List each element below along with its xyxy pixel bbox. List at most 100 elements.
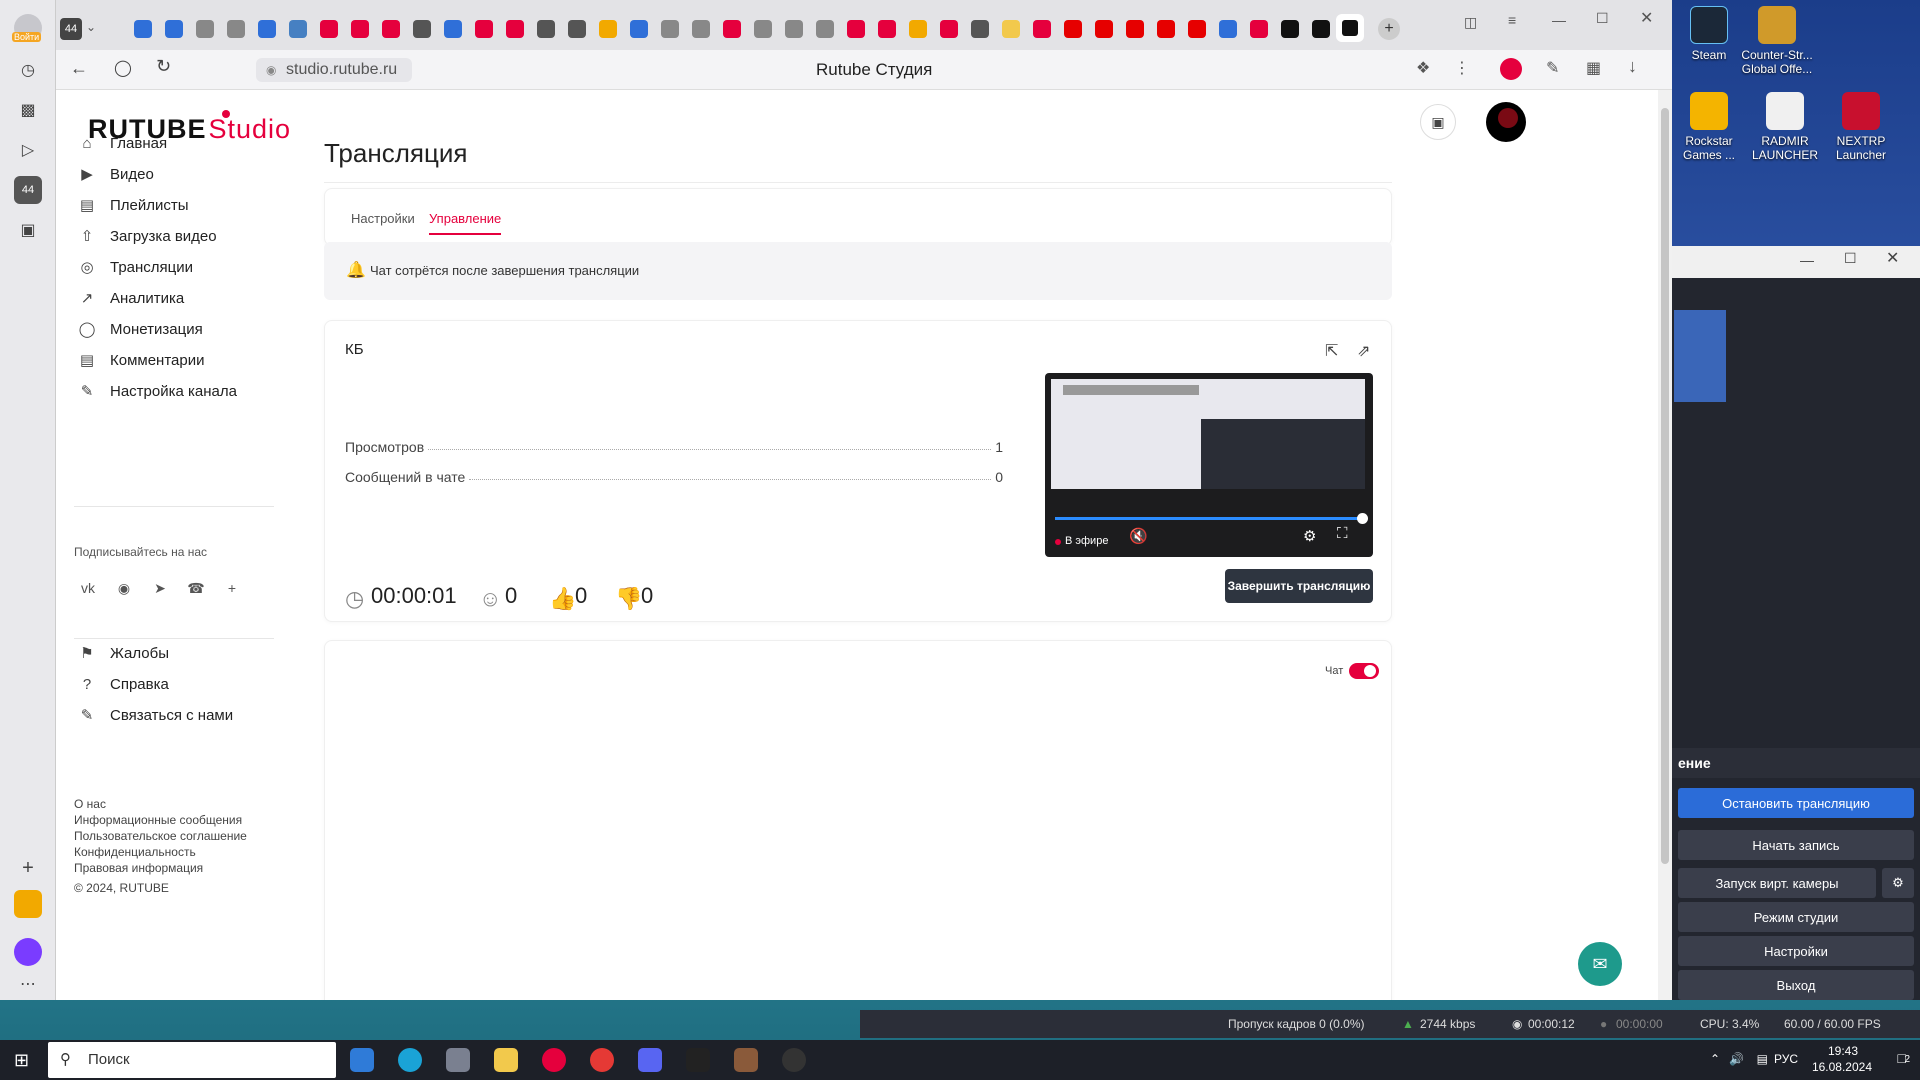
external-link-icon[interactable]: ⇗ <box>1357 341 1370 361</box>
progress-bar[interactable] <box>1055 517 1361 520</box>
sidebar-item-upload[interactable]: ⇧ Загрузка видео <box>76 221 217 251</box>
create-icon[interactable]: ▣ <box>1420 104 1456 140</box>
reload-icon[interactable]: ↻ <box>156 56 171 77</box>
more-social-icon[interactable]: + <box>220 576 244 600</box>
pinned-tab[interactable] <box>351 20 369 38</box>
pinned-tab[interactable] <box>909 20 927 38</box>
sidebar-item-playlist[interactable]: ▤ Плейлисты <box>76 190 189 220</box>
add-icon[interactable]: + <box>14 854 42 882</box>
footer-link-legal[interactable]: Правовая информация <box>74 860 247 876</box>
tab-settings[interactable]: Настройки <box>351 211 415 226</box>
scrollbar[interactable] <box>1658 90 1672 1000</box>
obs-settings-button[interactable]: Настройки <box>1678 936 1914 966</box>
pinned-tab[interactable] <box>661 20 679 38</box>
opera-app-icon[interactable] <box>590 1048 614 1072</box>
more-vertical-icon[interactable]: ⋮ <box>1454 58 1470 78</box>
app-icon[interactable] <box>686 1048 710 1072</box>
pinned-tab[interactable] <box>878 20 896 38</box>
pinned-tab[interactable] <box>599 20 617 38</box>
chevron-down-icon[interactable]: ⌄ <box>86 20 96 34</box>
pinned-tab[interactable] <box>1219 20 1237 38</box>
close-icon[interactable]: ✕ <box>1640 8 1653 28</box>
pinned-tab[interactable] <box>506 20 524 38</box>
mute-icon[interactable]: 🔇 <box>1129 527 1148 545</box>
screenshot-icon[interactable]: ▣ <box>14 216 42 244</box>
pinned-tab[interactable] <box>134 20 152 38</box>
pinned-tab[interactable] <box>258 20 276 38</box>
extensions-icon[interactable]: ▦ <box>1586 58 1601 78</box>
sidebar-item-video[interactable]: ▶ Видео <box>76 159 154 189</box>
end-stream-button[interactable]: Завершить трансляцию <box>1225 569 1373 603</box>
sidebar-item-monetization[interactable]: ◯ Монетизация <box>76 314 203 344</box>
obs-stop-stream-button[interactable]: Остановить трансляцию <box>1678 788 1914 818</box>
desktop-icon-rockstar[interactable]: Rockstar Games ... <box>1670 92 1748 162</box>
pinned-tab[interactable] <box>1250 20 1268 38</box>
avatar[interactable] <box>1486 102 1526 142</box>
minimize-icon[interactable]: — <box>1552 12 1566 28</box>
pinned-tab[interactable] <box>1126 20 1144 38</box>
share-icon[interactable]: ⇱ <box>1325 341 1338 361</box>
discord-app-icon[interactable] <box>638 1048 662 1072</box>
telegram-icon[interactable]: ➤ <box>148 576 172 600</box>
pinned-tab[interactable] <box>568 20 586 38</box>
progress-handle[interactable] <box>1357 513 1368 524</box>
clock-time[interactable]: 19:43 <box>1828 1044 1858 1058</box>
pinned-tab[interactable] <box>1002 20 1020 38</box>
pinned-tab[interactable] <box>382 20 400 38</box>
pinned-tab[interactable] <box>320 20 338 38</box>
desktop-icon-steam[interactable]: Steam <box>1670 6 1748 62</box>
pinned-tab[interactable] <box>1188 20 1206 38</box>
play-icon[interactable]: ▷ <box>14 136 42 164</box>
volume-icon[interactable]: 🔊 <box>1729 1052 1744 1066</box>
gear-icon[interactable]: ⚙ <box>1882 868 1914 898</box>
pinned-tab[interactable] <box>475 20 493 38</box>
footer-link-about[interactable]: О нас <box>74 796 247 812</box>
clock-date[interactable]: 16.08.2024 <box>1812 1060 1872 1074</box>
language-indicator[interactable]: РУС <box>1774 1052 1798 1066</box>
ok-icon[interactable]: ◉ <box>112 576 136 600</box>
vk-icon[interactable]: vk <box>76 576 100 600</box>
minimize-icon[interactable]: — <box>1800 252 1814 268</box>
pinned-tab[interactable] <box>196 20 214 38</box>
pinned-tab[interactable] <box>847 20 865 38</box>
download-icon[interactable]: ↓ <box>1628 56 1637 77</box>
pinned-tab[interactable] <box>227 20 245 38</box>
pinned-tab[interactable] <box>816 20 834 38</box>
history-icon[interactable]: ◷ <box>14 56 42 84</box>
chevron-up-icon[interactable]: ⌃ <box>1710 1052 1720 1066</box>
yandex-icon[interactable]: ◯ <box>114 58 132 78</box>
sidebar-item-broadcast[interactable]: ◎ Трансляции <box>76 252 193 282</box>
obs-app-icon[interactable] <box>782 1048 806 1072</box>
pinned-tab[interactable] <box>1312 20 1330 38</box>
pinned-tab[interactable] <box>1033 20 1051 38</box>
window-bookmark-icon[interactable]: ◫ <box>1464 14 1477 31</box>
footer-link-privacy[interactable]: Конфиденциальность <box>74 844 247 860</box>
desktop-icon-radmir[interactable]: RADMIR LAUNCHER <box>1746 92 1824 162</box>
active-tab[interactable] <box>1336 14 1364 42</box>
footer-link-info[interactable]: Информационные сообщения <box>74 812 247 828</box>
obs-exit-button[interactable]: Выход <box>1678 970 1914 1000</box>
maximize-icon[interactable]: ☐ <box>1844 250 1857 267</box>
sidebar-item-comments[interactable]: ▤ Комментарии <box>76 345 205 375</box>
scrollbar-thumb[interactable] <box>1661 108 1669 864</box>
bookmark-icon[interactable]: ❖ <box>1416 58 1430 78</box>
desktop-icon-csgo[interactable]: Counter-Str... Global Offe... <box>1738 6 1816 76</box>
back-icon[interactable]: ← <box>70 58 88 79</box>
pinned-tab[interactable] <box>165 20 183 38</box>
close-icon[interactable]: ✕ <box>1886 248 1899 268</box>
pinned-tab[interactable] <box>630 20 648 38</box>
footer-link-agreement[interactable]: Пользовательское соглашение <box>74 828 247 844</box>
sidebar-item-home[interactable]: ⌂ Главная <box>76 128 167 158</box>
app-icon[interactable] <box>734 1048 758 1072</box>
counter-badge[interactable]: 44 <box>14 176 42 204</box>
obs-studio-mode-button[interactable]: Режим студии <box>1678 902 1914 932</box>
login-label[interactable]: Войти <box>12 32 42 42</box>
more-icon[interactable]: ⋯ <box>14 970 42 998</box>
store-app-icon[interactable] <box>350 1048 374 1072</box>
url-field[interactable]: ◉ studio.rutube.ru <box>256 58 412 82</box>
pinned-tab[interactable] <box>289 20 307 38</box>
pinned-tab[interactable] <box>444 20 462 38</box>
alice-icon[interactable] <box>14 938 42 966</box>
maximize-icon[interactable]: ☐ <box>1596 10 1609 27</box>
mail-icon[interactable] <box>14 890 42 918</box>
